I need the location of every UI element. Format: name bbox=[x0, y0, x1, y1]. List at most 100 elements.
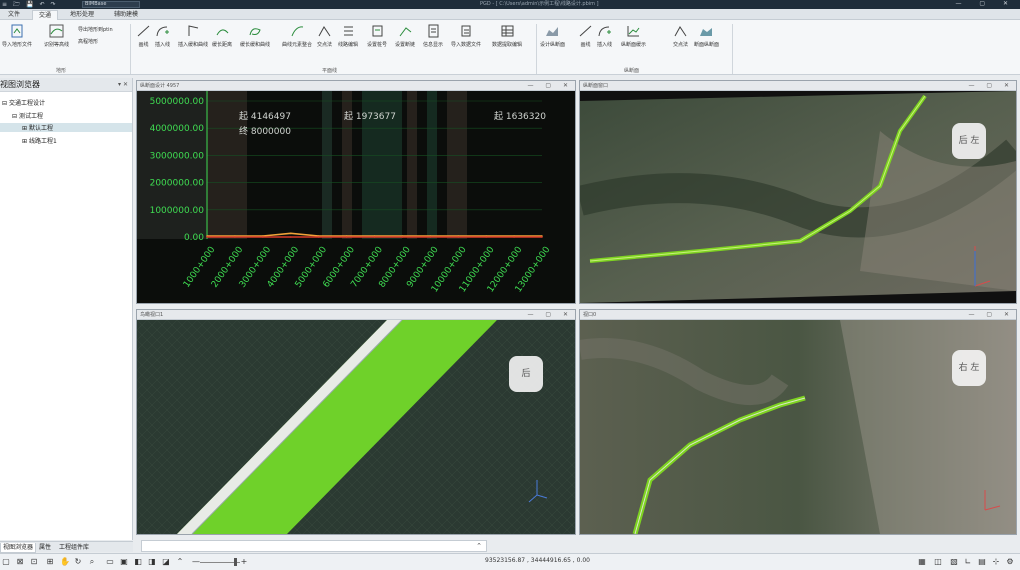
design-profile-button[interactable]: 设计纵断面 bbox=[540, 24, 565, 48]
viewport-controls[interactable]: — ▢ ✕ bbox=[527, 310, 573, 320]
spiral-icon bbox=[188, 25, 198, 36]
viewport-controls[interactable]: — ▢ ✕ bbox=[968, 310, 1014, 320]
aerial-scene-2[interactable]: 右 左 bbox=[580, 320, 1016, 534]
window-controls[interactable]: — ▢ ✕ bbox=[955, 0, 1016, 7]
profile-chart[interactable]: 5000000.00 4000000.00 3000000.00 2000000.00… bbox=[137, 91, 575, 303]
display-mode-icon[interactable]: ▦ bbox=[918, 557, 926, 566]
group-label-terrain: 地形 bbox=[56, 68, 67, 74]
panel-header: 视图浏览器 ▾ ✕ bbox=[0, 78, 132, 92]
closeup-scene[interactable]: 后 bbox=[137, 319, 575, 534]
pan-icon[interactable]: ✋ bbox=[60, 557, 70, 566]
station-icon bbox=[372, 25, 382, 37]
set-chain-button[interactable]: 设置断链 bbox=[395, 24, 415, 48]
viewport-controls[interactable]: — ▢ ✕ bbox=[527, 81, 573, 91]
set-station-button[interactable]: 设置桩号 bbox=[367, 24, 387, 48]
3d-viewport-bottom-right[interactable]: 视口0 — ▢ ✕ 右 左 bbox=[579, 309, 1017, 535]
profile-insert-line-button[interactable]: 插入线 bbox=[597, 24, 612, 48]
tab-properties[interactable]: 属性 bbox=[37, 543, 53, 552]
view-iso-icon[interactable]: ◨ bbox=[148, 557, 156, 566]
3d-viewport-top[interactable]: 纵断面窗口 — ▢ ✕ 后 左 bbox=[579, 80, 1017, 304]
ortho-icon[interactable]: ∟ bbox=[964, 557, 972, 566]
tree-toggle[interactable]: ⊟ bbox=[2, 100, 7, 107]
viewport-header: 鸟瞰视口1 — ▢ ✕ bbox=[137, 310, 575, 320]
tab-terrain[interactable]: 地形处理 bbox=[64, 10, 100, 20]
view-browser-panel: 视图浏览器 ▾ ✕ ⊟ 交通工程设计 ⊟ 测试工程 ⊞ 默认工程 ⊞ 线路工程1 bbox=[0, 78, 133, 540]
tree-item-route-project[interactable]: ⊞ 线路工程1 bbox=[22, 136, 57, 145]
cursor-coordinates: 93523156.87 , 34444916.65 , 0.00 bbox=[485, 557, 590, 564]
viewport-header: 纵断面设计 4957 — ▢ ✕ bbox=[137, 81, 575, 91]
viewport-controls[interactable]: — ▢ ✕ bbox=[968, 81, 1014, 91]
view-cube[interactable]: 右 左 bbox=[952, 350, 986, 386]
3d-viewport-bottom-left[interactable]: 鸟瞰视口1 — ▢ ✕ 后 bbox=[136, 309, 576, 535]
profile-display-button[interactable]: 纵断面缓示 bbox=[621, 24, 646, 48]
view-cube[interactable]: 后 左 bbox=[952, 123, 986, 159]
tab-file[interactable]: 文件 bbox=[2, 10, 26, 20]
insert-line-button[interactable]: 插入线 bbox=[155, 24, 170, 48]
length-distance-button[interactable]: 缓长距离 bbox=[212, 24, 232, 48]
tree-toggle[interactable]: ⊟ bbox=[12, 113, 17, 120]
profile-point bbox=[373, 236, 376, 238]
zoom-window-icon[interactable]: ⊞ bbox=[46, 557, 54, 566]
texture-icon[interactable]: ▧ bbox=[950, 557, 958, 566]
chain-icon bbox=[399, 27, 411, 37]
tree-item-test-project[interactable]: ⊟ 测试工程 bbox=[12, 111, 43, 120]
intersection-icon bbox=[318, 26, 331, 37]
left-panel-tabs: 视图浏览器 属性 工程组件库 bbox=[0, 541, 133, 553]
y-tick-label: 0.00 bbox=[184, 233, 204, 243]
snap-icon[interactable]: ⊹ bbox=[992, 557, 1000, 566]
tree-item-traffic-design[interactable]: ⊟ 交通工程设计 bbox=[2, 98, 45, 107]
render-mode-icon[interactable]: ◪ bbox=[162, 557, 170, 566]
insert-spiral-button[interactable]: 插入缓和曲线 bbox=[178, 24, 208, 48]
aerial-scene[interactable]: 后 左 bbox=[580, 91, 1016, 303]
intersection-button[interactable]: 交点法 bbox=[317, 24, 332, 48]
profile-intersection-button[interactable]: 交点法 bbox=[673, 24, 688, 48]
status-bar: ▢ ⊠ ⊡ ⊞ ✋ ↻ ⌕ ▭ ▣ ◧ ◨ ◪ ⌃ — + 93523156.8… bbox=[0, 553, 1020, 570]
filter-icon[interactable]: ⊡ bbox=[30, 557, 38, 566]
orbit-icon[interactable]: ↻ bbox=[74, 557, 82, 566]
import-terrain-button[interactable]: 导入地形文件 bbox=[2, 24, 32, 48]
tab-component-library[interactable]: 工程组件库 bbox=[57, 543, 91, 552]
profile-select[interactable]: BIMBase bbox=[82, 1, 140, 8]
select-icon[interactable]: ▢ bbox=[2, 557, 10, 566]
elevation-button[interactable]: 高程地形 bbox=[78, 38, 98, 45]
length-spiral-button[interactable]: 缓长缓和曲线 bbox=[240, 24, 270, 48]
zoom-slider-thumb[interactable] bbox=[234, 558, 237, 566]
wireframe-icon[interactable]: ◫ bbox=[934, 557, 942, 566]
data-extract-button[interactable]: 数据提取编辑 bbox=[492, 24, 522, 48]
profile-info-label: 终 8000000 bbox=[239, 125, 291, 137]
tree-item-default-project[interactable]: ⊞ 默认工程 bbox=[0, 123, 132, 132]
view-top-icon[interactable]: ▭ bbox=[106, 557, 114, 566]
zoom-icon[interactable]: ⌕ bbox=[88, 557, 96, 566]
up-arrow-icon[interactable]: ⌃ bbox=[176, 557, 184, 566]
draw-line-button[interactable]: 画线 bbox=[136, 24, 151, 48]
section-profile-button[interactable]: 断面纵断面 bbox=[694, 24, 719, 48]
command-expand-icon[interactable]: ⌃ bbox=[476, 541, 482, 552]
ribbon-separator bbox=[732, 24, 733, 74]
view-cube[interactable]: 后 bbox=[509, 356, 543, 392]
tab-traffic[interactable]: 交通 bbox=[32, 10, 59, 20]
contour-button[interactable]: 识别等高线 bbox=[44, 24, 69, 48]
command-line[interactable]: ⌃ bbox=[141, 540, 487, 552]
panel-pin-close[interactable]: ▾ ✕ bbox=[118, 78, 128, 92]
contour-icon bbox=[49, 24, 64, 38]
panel-title: 视图浏览器 bbox=[0, 80, 40, 89]
info-display-button[interactable]: 信息显示 bbox=[423, 24, 443, 48]
edit-route-button[interactable]: 线路编辑 bbox=[338, 24, 358, 48]
zoom-in-button[interactable]: + bbox=[240, 557, 248, 566]
tab-view-browser[interactable]: 视图浏览器 bbox=[0, 543, 37, 553]
export-ptin-button[interactable]: 导出地形到ptin bbox=[78, 26, 113, 33]
settings-gear-icon[interactable]: ⚙ bbox=[1006, 557, 1014, 566]
merge-curve-button[interactable]: 曲线元素整合 bbox=[282, 24, 312, 48]
zoom-out-button[interactable]: — bbox=[192, 557, 200, 566]
window-select-icon[interactable]: ⊠ bbox=[16, 557, 24, 566]
profile-chart-area[interactable]: 5000000.00 4000000.00 3000000.00 2000000.00… bbox=[137, 91, 575, 303]
profile-draw-line-button[interactable]: 画线 bbox=[578, 24, 593, 48]
tree-toggle[interactable]: ⊞ bbox=[22, 138, 27, 145]
profile-viewport[interactable]: 纵断面设计 4957 — ▢ ✕ 5000000.00 4000000.00 300… bbox=[136, 80, 576, 304]
tab-modeling[interactable]: 辅助建模 bbox=[108, 10, 144, 20]
import-data-button[interactable]: 导入数据文件 bbox=[451, 24, 481, 48]
view-front-icon[interactable]: ▣ bbox=[120, 557, 128, 566]
tree-toggle[interactable]: ⊞ bbox=[22, 125, 27, 132]
grid-icon[interactable]: ▤ bbox=[978, 557, 986, 566]
view-side-icon[interactable]: ◧ bbox=[134, 557, 142, 566]
